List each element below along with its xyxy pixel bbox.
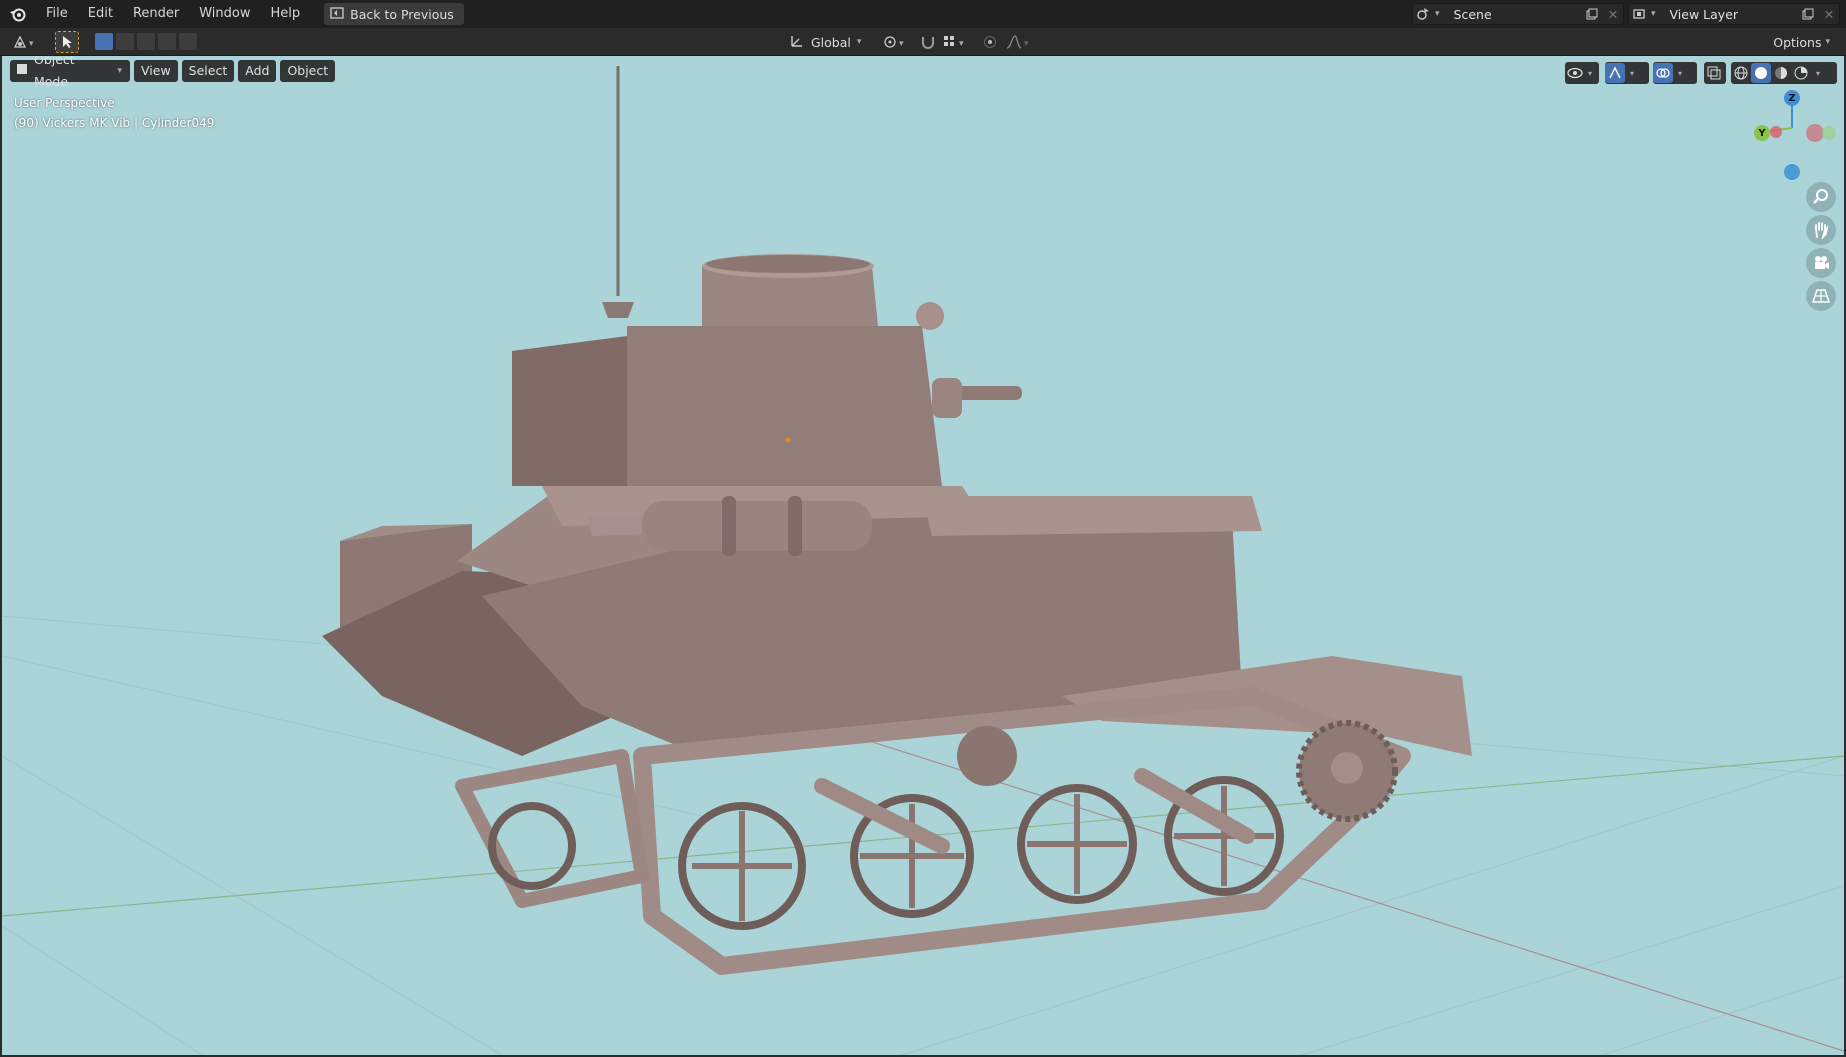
scene-icon (1413, 4, 1435, 24)
scene-name: Scene (1453, 6, 1492, 22)
perspective-grid-icon[interactable] (1806, 281, 1836, 311)
menu-file[interactable]: File (36, 0, 78, 28)
wireframe-shading-icon[interactable] (1731, 63, 1751, 83)
selection-mode-new-icon[interactable] (95, 33, 113, 50)
material-preview-icon[interactable] (1771, 63, 1791, 83)
back-to-previous-button[interactable]: Back to Previous (324, 3, 464, 25)
transform-orientation-dropdown[interactable]: Global ▾ (785, 31, 871, 53)
new-view-layer-icon[interactable] (1797, 4, 1819, 24)
new-scene-icon[interactable] (1581, 4, 1603, 24)
xray-toggle[interactable] (1704, 62, 1726, 84)
gizmo-y-negative[interactable] (1822, 126, 1836, 140)
tank-model[interactable] (322, 66, 1472, 975)
antenna-base (602, 302, 634, 318)
snap-toggle-icon[interactable] (918, 32, 938, 52)
chevron-down-icon: ▾ (1651, 9, 1656, 19)
gizmo-icon (1605, 63, 1625, 83)
close-icon[interactable]: ✕ (1819, 7, 1839, 22)
top-menu-bar: File Edit Render Window Help Back to Pre… (0, 0, 1846, 28)
overlays-toggle[interactable]: ▾ (1653, 62, 1697, 84)
snap-target-icon[interactable]: ▾ (940, 32, 972, 52)
screen-icon (330, 6, 344, 22)
menu-edit[interactable]: Edit (78, 0, 123, 28)
view-layer-selector[interactable]: ▾ View Layer ✕ (1628, 3, 1840, 25)
viewport-scene[interactable] (2, 56, 1844, 1055)
object-mode-icon (16, 60, 28, 82)
chevron-down-icon: ▾ (1677, 68, 1682, 78)
chevron-down-icon: ▾ (1435, 9, 1440, 19)
svg-text:▾: ▾ (959, 39, 964, 49)
solid-shading-icon[interactable] (1751, 63, 1771, 83)
chevron-down-icon: ▾ (1587, 68, 1592, 78)
object-visibility-dropdown[interactable]: ▾ (1565, 62, 1599, 84)
back-to-previous-label: Back to Previous (350, 6, 454, 22)
svg-text:▾: ▾ (29, 39, 34, 49)
chevron-down-icon: ▾ (117, 66, 122, 76)
navigation-gizmo[interactable]: Z Y (1742, 86, 1842, 196)
chevron-down-icon: ▾ (1629, 68, 1634, 78)
selection-mode-extend-icon[interactable] (116, 33, 134, 50)
select-tool-icon[interactable] (55, 31, 79, 53)
view-layer-icon (1629, 4, 1651, 24)
gizmo-y-axis[interactable]: Y (1754, 125, 1770, 141)
orientation-axes-icon (789, 33, 805, 52)
menu-render[interactable]: Render (123, 0, 189, 28)
track-guard (922, 496, 1262, 536)
gizmo-x-negative[interactable] (1770, 126, 1782, 138)
camera-icon[interactable] (1806, 248, 1836, 278)
falloff-curve-icon[interactable]: ▾ (1004, 32, 1034, 52)
3d-viewport[interactable]: Object Mode ▾ View Select Add Object Use… (0, 56, 1846, 1057)
object-info-label: (90) Vickers MK Vib | Cylinder049 (14, 116, 215, 130)
pan-hand-icon[interactable] (1806, 215, 1836, 245)
svg-text:▾: ▾ (899, 39, 904, 49)
xray-icon (1704, 63, 1724, 83)
perspective-label: User Perspective (14, 96, 115, 110)
selection-mode-intersect-icon[interactable] (179, 33, 197, 50)
menu-help[interactable]: Help (261, 0, 311, 28)
selection-mode-invert-icon[interactable] (158, 33, 176, 50)
view-layer-name: View Layer (1669, 6, 1739, 22)
chevron-down-icon: ▾ (1825, 37, 1830, 47)
overlays-icon (1653, 63, 1673, 83)
superstructure (627, 326, 942, 486)
transform-orientation-label: Global (811, 34, 851, 50)
pivot-point-icon[interactable]: ▾ (880, 32, 912, 52)
superstructure-rear (512, 336, 627, 486)
periscope-knob (916, 302, 944, 330)
proportional-editing-icon[interactable] (980, 32, 1000, 52)
object-mode-label: Object Mode (34, 56, 75, 89)
selection-mode-subtract-icon[interactable] (137, 33, 155, 50)
blender-logo-icon[interactable] (0, 0, 36, 28)
eye-icon (1565, 63, 1585, 83)
viewport-menu-select[interactable]: Select (181, 60, 235, 82)
gizmo-z-axis[interactable]: Z (1784, 90, 1800, 106)
tool-header: ▾ Global ▾ ▾ ▾ ▾ Options ▾ (0, 28, 1846, 56)
viewport-menu-view[interactable]: View (134, 60, 178, 82)
gizmo-z-negative[interactable] (1784, 164, 1800, 180)
suspension-bogie-front (814, 778, 950, 854)
editor-type-icon[interactable]: ▾ (10, 32, 40, 52)
zoom-icon[interactable] (1806, 182, 1836, 212)
svg-text:▾: ▾ (1024, 39, 1029, 49)
options-dropdown[interactable]: Options ▾ (1767, 31, 1836, 53)
scene-selector[interactable]: ▾ Scene ✕ (1412, 3, 1624, 25)
exhaust-muffler (642, 501, 872, 551)
shading-mode-group[interactable]: ▾ (1731, 62, 1837, 84)
return-roller (957, 726, 1017, 786)
menu-window[interactable]: Window (189, 0, 260, 28)
viewport-menu-add[interactable]: Add (238, 60, 277, 82)
gizmo-toggle[interactable]: ▾ (1605, 62, 1649, 84)
object-mode-dropdown[interactable]: Object Mode ▾ (10, 56, 130, 89)
rendered-shading-icon[interactable] (1791, 63, 1811, 83)
options-label: Options (1773, 34, 1822, 50)
viewport-menu-object[interactable]: Object (280, 60, 336, 82)
viewport-header: Object Mode ▾ View Select Add Object (10, 56, 336, 89)
object-origin-dot (785, 437, 791, 443)
close-icon[interactable]: ✕ (1603, 7, 1623, 22)
chevron-down-icon: ▾ (856, 37, 862, 47)
chevron-down-icon: ▾ (1815, 68, 1820, 78)
